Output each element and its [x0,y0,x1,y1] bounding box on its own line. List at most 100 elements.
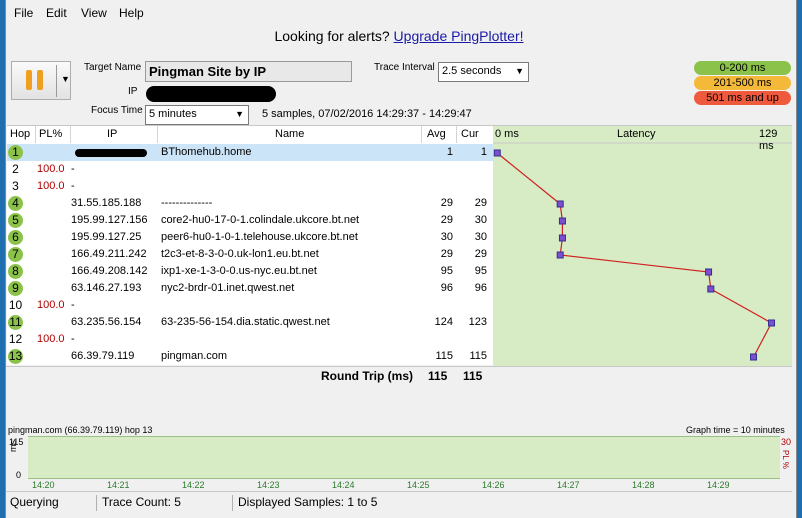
hop-name: -------------- [161,197,213,209]
latency-point [750,353,758,361]
legend-501-up: 501 ms and up [694,91,791,105]
hop-cur: 30 [474,214,487,226]
graph-time-label[interactable]: Graph time = 10 minutes [686,425,785,435]
menu-edit[interactable]: Edit [46,6,67,20]
table-row[interactable]: 10 100.0- [7,297,493,314]
timeline-tick: 14:27 [557,480,580,490]
hop-number: 11 [8,315,23,330]
legend-0-200: 0-200 ms [694,61,791,75]
hop-number: 4 [8,196,23,211]
timeline-tick: 14:29 [707,480,730,490]
col-avg[interactable]: Avg [427,128,446,140]
hop-number: 7 [8,247,23,262]
menu-help[interactable]: Help [119,6,144,20]
latency-point [768,319,776,327]
hop-cur: 29 [474,197,487,209]
table-row[interactable]: 1 BThomehub.home 1 1 [7,144,493,161]
chevron-down-icon: ▼ [515,66,524,76]
table-row[interactable]: 4 31.55.185.188 -------------- 29 29 [7,195,493,212]
focus-time-label: Focus Time [91,105,143,116]
timeline-tick: 14:20 [32,480,55,490]
table-row[interactable]: 5 195.99.127.156 core2-hu0-17-0-1.colindal… [7,212,493,229]
focus-time-value: 5 minutes [149,108,197,120]
hop-number: 10 [8,298,23,312]
chevron-down-icon: ▼ [235,109,244,119]
hop-cur: 1 [480,146,487,158]
hop-ip: - [71,163,75,175]
ip-redacted [75,149,147,157]
table-row[interactable]: 2 100.0- [7,161,493,178]
packet-loss: 100.0 [37,180,65,192]
col-pl[interactable]: PL% [39,128,62,140]
timeline-pl-max: 30 [781,437,792,447]
hop-number: 5 [8,213,23,228]
hop-ip: - [71,333,75,345]
legend-201-500: 201-500 ms [694,76,791,90]
latency-point [556,251,564,259]
pause-button[interactable]: ▼ [11,61,71,100]
col-name[interactable]: Name [275,128,304,140]
latency-point [493,149,501,157]
hop-ip: 166.49.208.142 [71,265,148,277]
target-name-label: Target Name [84,62,142,73]
hop-avg: 124 [434,316,453,328]
trace-interval-label: Trace Interval [374,62,435,73]
hop-cur: 95 [474,265,487,277]
timeline-tick: 14:28 [632,480,655,490]
table-row[interactable]: 11 63.235.56.154 63-235-56-154.dia.static.… [7,314,493,331]
menu-view[interactable]: View [81,6,107,20]
trace-table: 0 ms Latency 129 ms Hop PL% IP Name Avg … [7,125,792,366]
col-hop[interactable]: Hop [10,128,30,140]
timeline-tick: 14:25 [407,480,430,490]
hop-number: 13 [8,349,23,364]
hop-name: t2c3-et-8-3-0-0.uk-lon1.eu.bt.net [161,248,319,260]
hop-ip: - [71,180,75,192]
latency-point [707,285,715,293]
hop-ip: 63.146.27.193 [71,282,142,294]
banner-text: Looking for alerts? [274,28,394,44]
trace-interval-select[interactable]: 2.5 seconds ▼ [438,62,529,82]
col-ip[interactable]: IP [107,128,117,140]
hop-avg: 29 [440,214,453,226]
hop-ip: 195.99.127.156 [71,214,148,226]
hop-ip: 195.99.127.25 [71,231,142,243]
timeline-y-zero: 0 [16,470,22,480]
timeline-title: pingman.com (66.39.79.119) hop 13 [8,425,153,435]
samples-summary: 5 samples, 07/02/2016 14:29:37 - 14:29:4… [262,108,472,120]
col-cur[interactable]: Cur [461,128,479,140]
timeline-tick: 14:26 [482,480,505,490]
hop-avg: 115 [435,350,453,362]
upgrade-link[interactable]: Upgrade PingPlotter! [394,28,524,44]
hop-ip: 166.49.211.242 [71,248,147,260]
timeline-graph[interactable] [28,436,780,479]
hop-avg: 95 [440,265,453,277]
timeline-pl-label: PL % [781,450,790,469]
hop-number: 2 [12,162,19,176]
focus-time-select[interactable]: 5 minutes ▼ [145,105,249,125]
chevron-down-icon[interactable]: ▼ [61,74,70,84]
hop-avg: 1 [446,146,453,158]
latency-graph: 0 ms Latency 129 ms [493,126,792,366]
table-row[interactable]: 13 66.39.79.119 pingman.com 115 115 [7,348,493,365]
hop-number: 12 [8,332,23,346]
latency-line [496,152,773,358]
hop-avg: 29 [440,248,453,260]
timeline-tick: 14:23 [257,480,280,490]
hop-number: 8 [8,264,23,279]
app-window: File Edit View Help Looking for alerts? … [5,0,797,518]
target-name-field[interactable]: Pingman Site by IP [145,61,352,82]
table-row[interactable]: 12 100.0- [7,331,493,348]
table-row[interactable]: 7 166.49.211.242 t2c3-et-8-3-0-0.uk-lon1.e… [7,246,493,263]
latency-point [558,217,566,225]
upgrade-banner: Looking for alerts? Upgrade PingPlotter! [6,28,792,44]
table-row[interactable]: 3 100.0- [7,178,493,195]
latency-point [556,200,564,208]
table-row[interactable]: 8 166.49.208.142 ixp1-xe-1-3-0-0.us-nyc.eu… [7,263,493,280]
table-row[interactable]: 9 63.146.27.193 nyc2-brdr-01.inet.qwest.ne… [7,280,493,297]
hop-name: pingman.com [161,350,228,362]
status-bar: Querying Trace Count: 5 Displayed Sample… [6,491,792,511]
menu-file[interactable]: File [14,6,33,20]
round-trip-cur: 115 [463,369,483,383]
hop-name: peer6-hu0-1-0-1.telehouse.ukcore.bt.net [161,231,358,243]
table-row[interactable]: 6 195.99.127.25 peer6-hu0-1-0-1.telehouse.… [7,229,493,246]
